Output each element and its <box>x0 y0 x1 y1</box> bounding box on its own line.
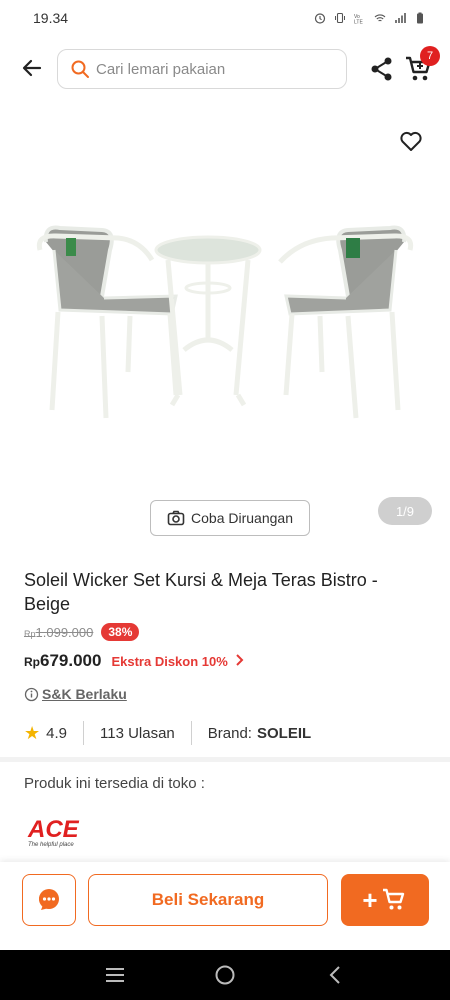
cart-count-badge: 7 <box>420 46 440 66</box>
chevron-left-icon <box>329 966 340 984</box>
try-in-room-label: Coba Diruangan <box>191 510 293 526</box>
search-input[interactable] <box>96 60 316 78</box>
top-app-bar: 7 <box>0 46 450 92</box>
ace-store-logo[interactable]: ACE The helpful place <box>26 815 90 854</box>
chat-button[interactable] <box>22 874 76 926</box>
ace-logo-icon: ACE The helpful place <box>27 816 80 848</box>
brand-value[interactable]: SOLEIL <box>257 725 311 742</box>
terms-link[interactable]: S&K Berlaku <box>42 686 127 702</box>
share-icon <box>371 57 392 81</box>
star-icon: ★ <box>24 722 41 743</box>
extra-discount-link[interactable]: Ekstra Diskon 10% <box>111 654 227 669</box>
home-circle-icon <box>215 965 235 985</box>
menu-icon <box>106 968 124 982</box>
home-button[interactable] <box>213 963 237 987</box>
search-icon <box>71 60 89 78</box>
discount-badge: 38% <box>101 623 140 641</box>
original-price-value: 1.099.000 <box>35 624 94 640</box>
rating-value: 4.9 <box>46 724 67 742</box>
status-icons: Vo LTE <box>314 12 426 24</box>
plus-icon: + <box>362 884 378 915</box>
bottom-action-bar: Beli Sekarang + <box>0 862 450 950</box>
search-bar[interactable] <box>57 49 347 89</box>
brand-label: Brand: <box>207 724 252 742</box>
current-price-currency: Rp <box>24 655 40 669</box>
system-back-button[interactable] <box>323 963 347 987</box>
status-time: 19.34 <box>33 10 69 26</box>
wifi-icon <box>374 14 386 22</box>
image-pager: 1/9 <box>378 497 432 525</box>
store-logo-tagline: The helpful place <box>28 842 74 848</box>
chat-bubble-icon <box>38 889 59 910</box>
vibrate-icon <box>335 12 345 24</box>
table-illustration <box>154 235 262 407</box>
product-photo <box>36 225 414 419</box>
original-price: Rp1.099.000 <box>24 625 93 640</box>
back-button[interactable] <box>18 54 46 82</box>
signal-icon <box>395 13 406 23</box>
rating-row: ★ 4.9 113 Ulasan Brand: SOLEIL <box>24 719 311 747</box>
reviews-link[interactable]: 113 Ulasan <box>100 725 175 742</box>
store-availability-label: Produk ini tersedia di toko : <box>24 775 205 792</box>
store-logo-text: ACE <box>27 816 80 843</box>
volte-icon: VoLTE <box>354 14 363 25</box>
product-title: Soleil Wicker Set Kursi & Meja Teras Bis… <box>24 570 378 614</box>
share-button[interactable] <box>368 55 396 83</box>
alarm-icon <box>314 13 326 24</box>
divider <box>83 721 84 745</box>
arrow-left-icon <box>22 59 42 77</box>
heart-icon <box>400 131 422 151</box>
svg-text:LTE: LTE <box>354 20 363 25</box>
info-icon <box>24 687 39 701</box>
system-nav-bar <box>0 950 450 1000</box>
right-chair-illustration <box>278 225 414 419</box>
original-price-currency: Rp <box>24 628 36 639</box>
terms-row[interactable]: S&K Berlaku <box>24 686 127 702</box>
camera-icon <box>167 510 185 526</box>
left-chair-illustration <box>36 225 179 419</box>
current-price: Rp679.000 <box>24 651 101 671</box>
add-to-cart-button[interactable]: + <box>341 874 429 926</box>
buy-now-button[interactable]: Beli Sekarang <box>88 874 328 926</box>
status-bar: 19.34 Vo LTE <box>0 0 450 36</box>
section-divider <box>0 757 450 762</box>
divider <box>190 721 192 745</box>
cart-icon <box>382 888 404 910</box>
current-price-value: 679.000 <box>40 651 102 670</box>
wishlist-button[interactable] <box>398 128 424 154</box>
chevron-right-icon[interactable] <box>234 653 244 669</box>
battery-icon <box>417 12 423 24</box>
product-image[interactable] <box>0 100 450 540</box>
original-price-row: Rp1.099.000 38% <box>24 623 140 641</box>
recent-apps-button[interactable] <box>103 963 127 987</box>
price-row: Rp679.000 Ekstra Diskon 10% <box>24 651 244 671</box>
try-in-room-button[interactable]: Coba Diruangan <box>150 500 310 536</box>
